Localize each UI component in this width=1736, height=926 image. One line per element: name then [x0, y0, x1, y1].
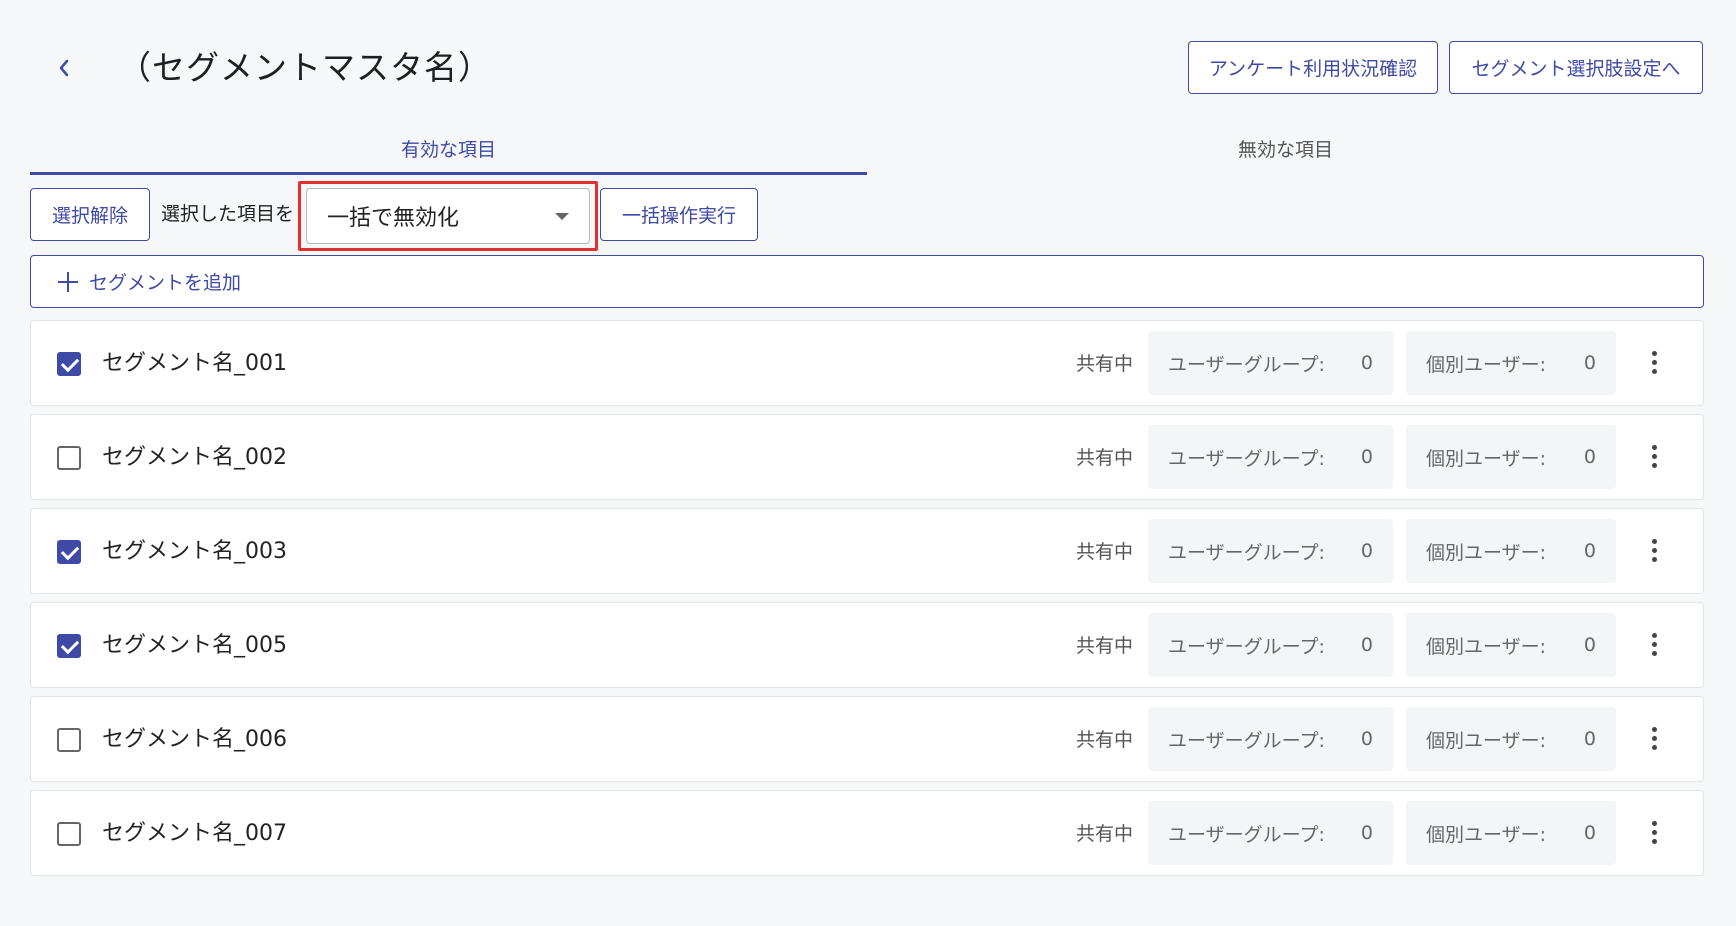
user-group-value: 0: [1360, 446, 1373, 468]
segment-checkbox[interactable]: [57, 446, 81, 470]
more-vert-icon[interactable]: [1646, 443, 1662, 473]
individual-user-count: 個別ユーザー: 0: [1406, 613, 1616, 677]
user-group-count: ユーザーグループ: 0: [1148, 613, 1393, 677]
individual-user-label: 個別ユーザー:: [1426, 541, 1547, 564]
page-title: （セグメントマスタ名）: [118, 48, 492, 87]
segment-checkbox[interactable]: [57, 352, 81, 376]
back-button[interactable]: [44, 48, 84, 88]
shared-status: 共有中: [1076, 635, 1134, 657]
segment-name: セグメント名_002: [102, 445, 287, 470]
individual-user-value: 0: [1583, 352, 1596, 374]
user-group-count: ユーザーグループ: 0: [1148, 801, 1393, 865]
individual-user-label: 個別ユーザー:: [1426, 447, 1547, 470]
tab-bar: 有効な項目 無効な項目: [30, 120, 1704, 176]
bulk-action-label: 選択した項目を: [161, 203, 295, 225]
user-group-count: ユーザーグループ: 0: [1148, 519, 1393, 583]
more-vert-icon[interactable]: [1646, 537, 1662, 567]
shared-status: 共有中: [1076, 353, 1134, 375]
user-group-value: 0: [1360, 822, 1373, 844]
add-segment-button[interactable]: セグメントを追加: [30, 255, 1704, 308]
tab-active-items[interactable]: 有効な項目: [30, 120, 867, 176]
more-vert-icon[interactable]: [1646, 349, 1662, 379]
tab-indicator: [30, 172, 867, 175]
individual-user-value: 0: [1583, 822, 1596, 844]
individual-user-value: 0: [1583, 446, 1596, 468]
shared-status: 共有中: [1076, 447, 1134, 469]
shared-status: 共有中: [1076, 823, 1134, 845]
segment-row: セグメント名_006 共有中 ユーザーグループ: 0 個別ユーザー: 0: [30, 696, 1704, 782]
individual-user-label: 個別ユーザー:: [1426, 729, 1547, 752]
user-group-value: 0: [1360, 728, 1373, 750]
shared-status: 共有中: [1076, 541, 1134, 563]
user-group-label: ユーザーグループ:: [1168, 447, 1325, 470]
bulk-execute-button[interactable]: 一括操作実行: [600, 188, 758, 241]
segment-name: セグメント名_003: [102, 539, 287, 564]
individual-user-count: 個別ユーザー: 0: [1406, 707, 1616, 771]
segment-checkbox[interactable]: [57, 634, 81, 658]
user-group-value: 0: [1360, 540, 1373, 562]
user-group-label: ユーザーグループ:: [1168, 635, 1325, 658]
user-group-label: ユーザーグループ:: [1168, 541, 1325, 564]
segment-row: セグメント名_005 共有中 ユーザーグループ: 0 個別ユーザー: 0: [30, 602, 1704, 688]
individual-user-value: 0: [1583, 634, 1596, 656]
user-group-value: 0: [1360, 352, 1373, 374]
survey-usage-button[interactable]: アンケート利用状況確認: [1188, 41, 1438, 94]
chevron-left-icon: [59, 59, 69, 77]
individual-user-count: 個別ユーザー: 0: [1406, 519, 1616, 583]
segment-checkbox[interactable]: [57, 728, 81, 752]
user-group-count: ユーザーグループ: 0: [1148, 707, 1393, 771]
more-vert-icon[interactable]: [1646, 819, 1662, 849]
more-vert-icon[interactable]: [1646, 725, 1662, 755]
segment-row: セグメント名_001 共有中 ユーザーグループ: 0 個別ユーザー: 0: [30, 320, 1704, 406]
individual-user-label: 個別ユーザー:: [1426, 823, 1547, 846]
add-segment-label: セグメントを追加: [89, 272, 242, 294]
shared-status: 共有中: [1076, 729, 1134, 751]
individual-user-label: 個別ユーザー:: [1426, 353, 1547, 376]
deselect-button[interactable]: 選択解除: [30, 188, 150, 241]
caret-down-icon: [555, 213, 569, 220]
segment-name: セグメント名_006: [102, 727, 287, 752]
individual-user-count: 個別ユーザー: 0: [1406, 801, 1616, 865]
segment-checkbox[interactable]: [57, 822, 81, 846]
segment-name: セグメント名_001: [102, 351, 287, 376]
user-group-label: ユーザーグループ:: [1168, 353, 1325, 376]
segment-choice-settings-button[interactable]: セグメント選択肢設定へ: [1449, 41, 1703, 94]
individual-user-count: 個別ユーザー: 0: [1406, 425, 1616, 489]
user-group-label: ユーザーグループ:: [1168, 729, 1325, 752]
segment-name: セグメント名_007: [102, 821, 287, 846]
bulk-action-select[interactable]: 一括で無効化: [306, 188, 590, 244]
bulk-action-selected-value: 一括で無効化: [327, 206, 460, 231]
individual-user-count: 個別ユーザー: 0: [1406, 331, 1616, 395]
user-group-count: ユーザーグループ: 0: [1148, 425, 1393, 489]
page-header: （セグメントマスタ名） アンケート利用状況確認 セグメント選択肢設定へ: [0, 0, 1736, 120]
segment-row: セグメント名_002 共有中 ユーザーグループ: 0 個別ユーザー: 0: [30, 414, 1704, 500]
segment-name: セグメント名_005: [102, 633, 287, 658]
segment-list: セグメント名_001 共有中 ユーザーグループ: 0 個別ユーザー: 0 セグメント…: [30, 320, 1704, 884]
segment-row: セグメント名_003 共有中 ユーザーグループ: 0 個別ユーザー: 0: [30, 508, 1704, 594]
individual-user-value: 0: [1583, 540, 1596, 562]
segment-checkbox[interactable]: [57, 540, 81, 564]
more-vert-icon[interactable]: [1646, 631, 1662, 661]
individual-user-value: 0: [1583, 728, 1596, 750]
user-group-value: 0: [1360, 634, 1373, 656]
plus-icon: [57, 271, 79, 293]
user-group-label: ユーザーグループ:: [1168, 823, 1325, 846]
tab-inactive-items[interactable]: 無効な項目: [867, 120, 1704, 176]
segment-row: セグメント名_007 共有中 ユーザーグループ: 0 個別ユーザー: 0: [30, 790, 1704, 876]
individual-user-label: 個別ユーザー:: [1426, 635, 1547, 658]
user-group-count: ユーザーグループ: 0: [1148, 331, 1393, 395]
bulk-action-bar: 選択解除 選択した項目を 一括で無効化 一括操作実行: [30, 181, 1704, 251]
